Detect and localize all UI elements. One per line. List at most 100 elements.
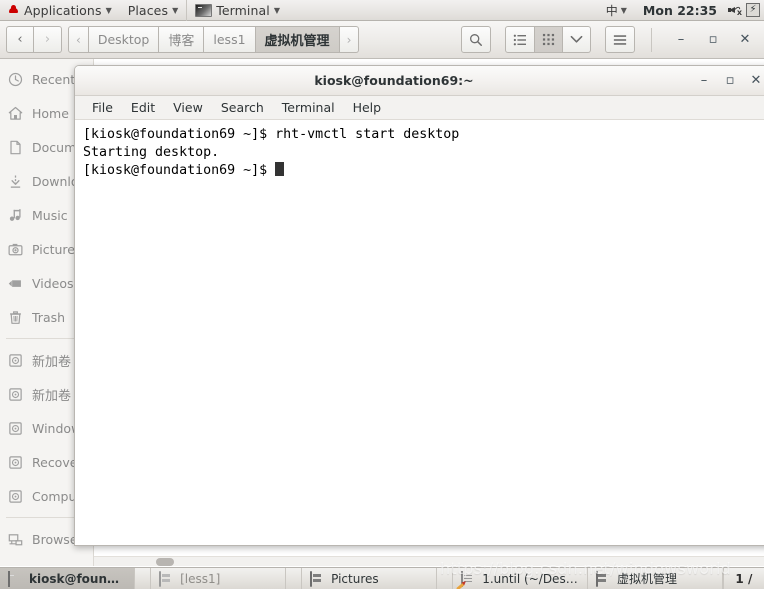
download-icon xyxy=(8,174,23,189)
taskbar-item-label: [less1] xyxy=(180,571,221,586)
taskbar-item-label: 1.until (~/Desk... xyxy=(482,571,579,586)
terminal-maximize-button[interactable]: ▫ xyxy=(717,69,743,93)
terminal-output[interactable]: [kiosk@foundation69 ~]$ rht-vmctl start … xyxy=(75,120,764,545)
menu-file[interactable]: File xyxy=(83,96,122,120)
menu-terminal[interactable]: Terminal xyxy=(273,96,344,120)
redhat-logo-icon xyxy=(8,5,19,15)
menu-view[interactable]: View xyxy=(164,96,212,120)
taskbar-item-label: kiosk@foundat... xyxy=(29,571,126,586)
fm-close-button[interactable]: ✕ xyxy=(732,28,758,52)
breadcrumb-item-desktop[interactable]: Desktop xyxy=(88,26,160,53)
document-icon xyxy=(8,140,23,155)
trash-icon xyxy=(8,310,23,325)
terminal-titlebar[interactable]: kiosk@foundation69:~ – ▫ ✕ xyxy=(75,66,764,96)
desktop-screen: Applications ▼ Places ▼ Terminal ▼ 中 ▼ M… xyxy=(0,0,764,589)
search-icon xyxy=(470,33,482,46)
chevron-down-icon xyxy=(570,35,583,43)
terminal-menubar: File Edit View Search Terminal Help xyxy=(75,96,764,120)
breadcrumb-item-less1[interactable]: less1 xyxy=(204,26,256,53)
view-options-button[interactable] xyxy=(563,26,591,53)
terminal-line: [kiosk@foundation69 ~]$ rht-vmctl start … xyxy=(83,127,460,142)
breadcrumb-prev-button[interactable]: ‹ xyxy=(68,26,89,53)
nav-button-group: ‹ › xyxy=(6,26,62,53)
drive-icon xyxy=(8,455,23,470)
taskbar-item-terminal[interactable]: kiosk@foundat... xyxy=(0,568,135,589)
menu-help[interactable]: Help xyxy=(344,96,391,120)
network-icon xyxy=(8,532,23,547)
menu-search[interactable]: Search xyxy=(212,96,273,120)
terminal-title: kiosk@foundation69:~ xyxy=(314,73,474,88)
text-editor-icon xyxy=(456,570,476,589)
chevron-down-icon: ▼ xyxy=(105,6,112,15)
input-method-indicator[interactable]: 中 xyxy=(600,2,618,19)
taskbar: kiosk@foundat... [less1] Pictures 1.unti… xyxy=(0,567,764,589)
taskbar-item-label: 虚拟机管理 xyxy=(616,572,677,586)
workspace-switcher[interactable]: 1 / xyxy=(722,568,764,589)
top-panel-status-area: 中 ▼ Mon 22:35 x ⚡ xyxy=(600,0,764,21)
toolbar-divider xyxy=(651,27,652,52)
fm-minimize-button[interactable]: – xyxy=(668,28,694,52)
power-icon[interactable]: ⚡ xyxy=(746,3,760,17)
taskbar-item-pictures[interactable]: Pictures xyxy=(302,568,437,589)
terminal-icon xyxy=(8,570,23,587)
drive-icon xyxy=(8,387,23,402)
workspace-label: 1 / xyxy=(735,571,753,586)
applications-menu[interactable]: Applications ▼ xyxy=(0,0,120,21)
file-manager-toolbar: ‹ › ‹ Desktop 博客 less1 虚拟机管理 › – ▫ ✕ xyxy=(0,21,764,59)
speaker-muted-icon[interactable]: x xyxy=(728,4,742,17)
grid-view-icon xyxy=(542,33,555,46)
back-button[interactable]: ‹ xyxy=(6,26,34,53)
breadcrumb-next-button[interactable]: › xyxy=(339,26,360,53)
breadcrumb-item-blog[interactable]: 博客 xyxy=(159,26,205,53)
forward-button[interactable]: › xyxy=(34,26,62,53)
terminal-window: kiosk@foundation69:~ – ▫ ✕ File Edit Vie… xyxy=(74,65,764,546)
drive-icon xyxy=(8,489,23,504)
taskbar-spacer-2 xyxy=(286,568,303,589)
sidebar-item-label: 新加卷 xyxy=(32,388,72,404)
chevron-down-icon[interactable]: ▼ xyxy=(618,7,634,15)
taskbar-item-vm-management[interactable]: 虚拟机管理 xyxy=(588,568,723,589)
taskbar-item-text-editor[interactable]: 1.until (~/Desk... xyxy=(453,568,588,589)
sidebar-item-label: Trash xyxy=(32,309,66,325)
list-view-button[interactable] xyxy=(505,26,535,53)
drive-icon xyxy=(8,421,23,436)
breadcrumb: ‹ Desktop 博客 less1 虚拟机管理 › xyxy=(68,26,360,53)
scrollbar-thumb[interactable] xyxy=(156,558,174,566)
terminal-line: Starting desktop. xyxy=(83,145,220,160)
window-indicator-label: Terminal xyxy=(216,2,270,18)
music-icon xyxy=(8,208,23,223)
applications-menu-label: Applications xyxy=(24,2,102,18)
terminal-icon xyxy=(195,3,213,17)
file-manager-icon xyxy=(310,570,325,587)
terminal-window-controls: – ▫ ✕ xyxy=(691,69,764,93)
camera-icon xyxy=(8,242,23,257)
taskbar-item-label: Pictures xyxy=(331,571,379,586)
window-indicator-terminal[interactable]: Terminal ▼ xyxy=(186,0,288,21)
app-menu-button[interactable] xyxy=(605,26,635,53)
file-manager-horizontal-scrollbar[interactable] xyxy=(94,556,764,566)
search-button[interactable] xyxy=(461,26,491,53)
file-manager-icon xyxy=(159,570,174,587)
terminal-line: [kiosk@foundation69 ~]$ xyxy=(83,163,276,178)
list-view-icon xyxy=(513,34,526,45)
hamburger-menu-icon xyxy=(613,34,627,45)
home-icon xyxy=(8,106,23,121)
breadcrumb-item-vm-management[interactable]: 虚拟机管理 xyxy=(255,26,340,53)
chevron-down-icon: ▼ xyxy=(172,6,179,15)
sidebar-item-label: Music xyxy=(32,207,68,223)
sidebar-item-label: Home xyxy=(32,105,69,121)
menu-edit[interactable]: Edit xyxy=(122,96,164,120)
file-manager-icon xyxy=(595,570,611,587)
terminal-minimize-button[interactable]: – xyxy=(691,69,717,93)
clock[interactable]: Mon 22:35 xyxy=(634,3,726,18)
fm-maximize-button[interactable]: ▫ xyxy=(700,28,726,52)
places-menu[interactable]: Places ▼ xyxy=(120,0,187,21)
top-panel: Applications ▼ Places ▼ Terminal ▼ 中 ▼ M… xyxy=(0,0,764,21)
terminal-cursor xyxy=(275,162,285,176)
taskbar-item-less1[interactable]: [less1] xyxy=(151,568,286,589)
clock-icon xyxy=(8,72,23,87)
terminal-close-button[interactable]: ✕ xyxy=(743,69,764,93)
view-mode-group xyxy=(505,26,591,53)
grid-view-button[interactable] xyxy=(535,26,563,53)
sidebar-item-label: Recent xyxy=(32,71,76,87)
